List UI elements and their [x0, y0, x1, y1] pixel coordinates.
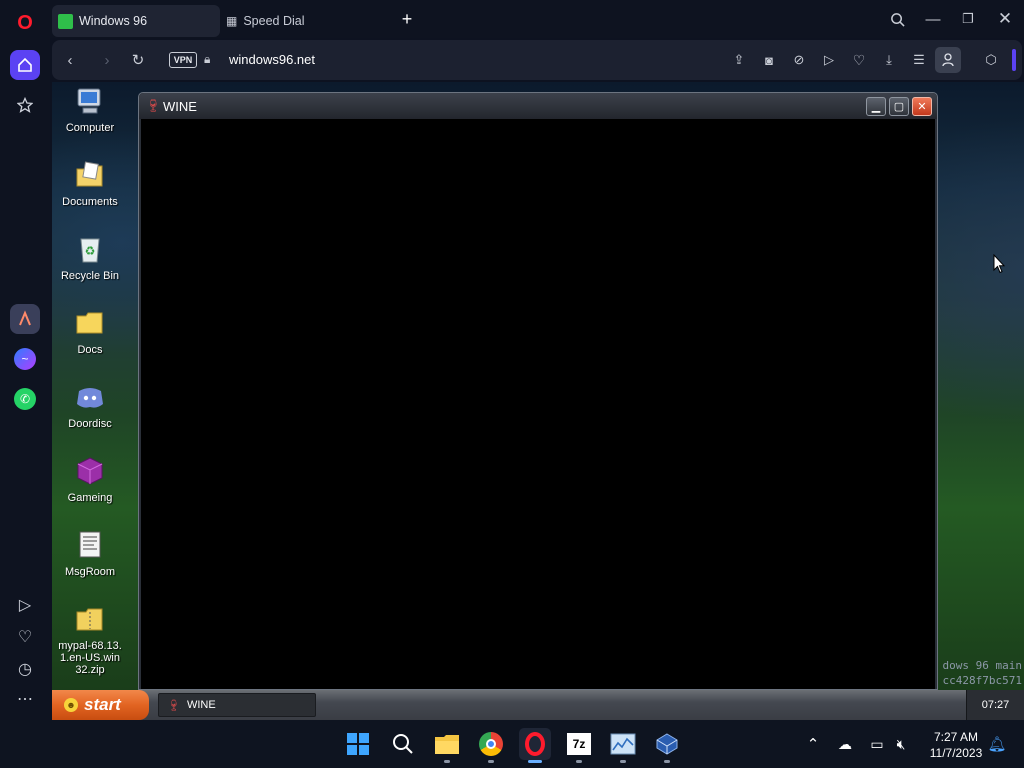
- virtualbox-icon[interactable]: [651, 728, 683, 763]
- onedrive-offline-icon[interactable]: ☁: [832, 731, 858, 757]
- wine-glass-icon: 🍷︎: [145, 98, 162, 113]
- zip-folder-icon: [73, 602, 107, 636]
- desktop-icon-computer[interactable]: Computer: [54, 84, 126, 134]
- reload-icon[interactable]: ↻: [125, 47, 151, 73]
- windows96-favicon-icon: [58, 13, 73, 29]
- wine-titlebar[interactable]: 🍷︎ WINE ▁ ▢ ✕: [139, 93, 937, 119]
- play-icon[interactable]: ▷: [816, 47, 842, 73]
- search-icon[interactable]: [387, 728, 419, 760]
- lock-icon[interactable]: 🔒︎: [204, 52, 210, 67]
- easy-setup-icon[interactable]: ☰: [906, 47, 932, 73]
- mouse-cursor-icon: [993, 253, 1006, 279]
- grid-icon: ▦: [226, 14, 238, 28]
- cube-icon: [73, 454, 107, 488]
- msgroom-icon: [73, 528, 107, 562]
- start-button[interactable]: ☻ start: [52, 690, 149, 720]
- network-icon[interactable]: ▭: [864, 731, 890, 757]
- documents-folder-icon: [73, 158, 107, 192]
- notification-bell-icon[interactable]: 🔔︎: [984, 731, 1010, 757]
- wine-minimize-button[interactable]: ▁: [866, 97, 886, 116]
- w96-taskbar: ☻ start 🍷︎ WINE 07:27: [52, 690, 1024, 720]
- start-label: start: [84, 695, 121, 714]
- player-icon[interactable]: ▷: [10, 590, 40, 620]
- file-explorer-icon[interactable]: [431, 728, 463, 763]
- share-icon[interactable]: ⇪: [726, 47, 752, 73]
- wine-close-button[interactable]: ✕: [912, 97, 932, 116]
- forward-icon[interactable]: ›: [94, 47, 120, 73]
- version-watermark: dows 96 main cc428f7bc571: [942, 659, 1022, 687]
- svg-text:♻: ♻: [85, 244, 96, 258]
- desktop-icon-docs[interactable]: Docs: [54, 306, 126, 356]
- w96-clock[interactable]: 07:27: [966, 690, 1024, 720]
- wine-maximize-button[interactable]: ▢: [889, 97, 909, 116]
- desktop-icon-recycle-bin[interactable]: ♻ Recycle Bin: [54, 232, 126, 282]
- tray-overflow-chevron-icon[interactable]: ⌃: [800, 731, 826, 757]
- close-browser-icon[interactable]: ✕: [992, 6, 1018, 32]
- home-icon[interactable]: [10, 50, 40, 80]
- computer-icon: [73, 84, 107, 118]
- download-icon[interactable]: ⤓: [876, 47, 902, 73]
- wine-window: 🍷︎ WINE ▁ ▢ ✕: [138, 92, 938, 690]
- windows-start-icon[interactable]: [342, 728, 374, 760]
- more-icon[interactable]: ⋯: [10, 684, 40, 714]
- extensions-icon[interactable]: ⬡: [978, 47, 1004, 73]
- heart-icon[interactable]: ♡: [10, 622, 40, 652]
- active-indicator: [1012, 49, 1016, 71]
- folder-icon: [73, 306, 107, 340]
- url-field[interactable]: windows96.net: [229, 52, 315, 67]
- ad-block-icon[interactable]: ⊘: [786, 47, 812, 73]
- restore-browser-icon[interactable]: ❐: [955, 6, 981, 32]
- star-icon[interactable]: [10, 90, 40, 120]
- smiley-icon: ☻: [64, 698, 78, 712]
- opera-taskbar-icon[interactable]: [519, 728, 551, 763]
- wine-content-area[interactable]: [141, 119, 935, 689]
- volume-muted-icon[interactable]: 🔇︎: [888, 731, 914, 757]
- messenger-icon[interactable]: ~: [10, 344, 40, 374]
- search-tabs-icon[interactable]: [884, 6, 910, 32]
- wine-title: WINE: [163, 99, 197, 114]
- whatsapp-icon[interactable]: ✆: [10, 384, 40, 414]
- resource-monitor-icon[interactable]: [607, 728, 639, 763]
- minimize-browser-icon[interactable]: —: [920, 6, 946, 32]
- desktop-icon-doordisc[interactable]: Doordisc: [54, 380, 126, 430]
- desktop-icon-gameing[interactable]: Gameing: [54, 454, 126, 504]
- desktop-icon-mypal-zip[interactable]: mypal-68.13.1.en-US.win32.zip: [54, 602, 126, 676]
- opera-sidebar: O ~ ✆ ▷ ♡ ◷ ⋯: [0, 0, 50, 720]
- tab-label: Windows 96: [79, 14, 148, 28]
- tab-speed-dial[interactable]: ▦ Speed Dial: [222, 5, 382, 37]
- back-icon[interactable]: ‹: [57, 47, 83, 73]
- tab-label: Speed Dial: [243, 14, 305, 28]
- chrome-icon[interactable]: [475, 728, 507, 763]
- taskbar-item-wine[interactable]: 🍷︎ WINE: [158, 693, 316, 717]
- desktop-icon-documents[interactable]: Documents: [54, 158, 126, 208]
- wine-glass-icon: 🍷︎: [167, 699, 181, 712]
- profile-icon[interactable]: [935, 47, 961, 73]
- 7zip-icon[interactable]: 7z: [563, 728, 595, 763]
- opera-logo-icon[interactable]: O: [10, 8, 40, 38]
- history-icon[interactable]: ◷: [10, 654, 40, 684]
- tab-windows-96[interactable]: Windows 96: [52, 5, 220, 37]
- recycle-bin-icon: ♻: [73, 232, 107, 266]
- discord-icon: [73, 380, 107, 414]
- desktop-icon-msgroom[interactable]: MsgRoom: [54, 528, 126, 578]
- heart-outline-icon[interactable]: ♡: [846, 47, 872, 73]
- vpn-badge[interactable]: VPN: [169, 52, 197, 68]
- new-tab-icon[interactable]: +: [394, 6, 420, 32]
- aria-ai-icon[interactable]: [10, 304, 40, 334]
- camera-icon[interactable]: ◙: [756, 47, 782, 73]
